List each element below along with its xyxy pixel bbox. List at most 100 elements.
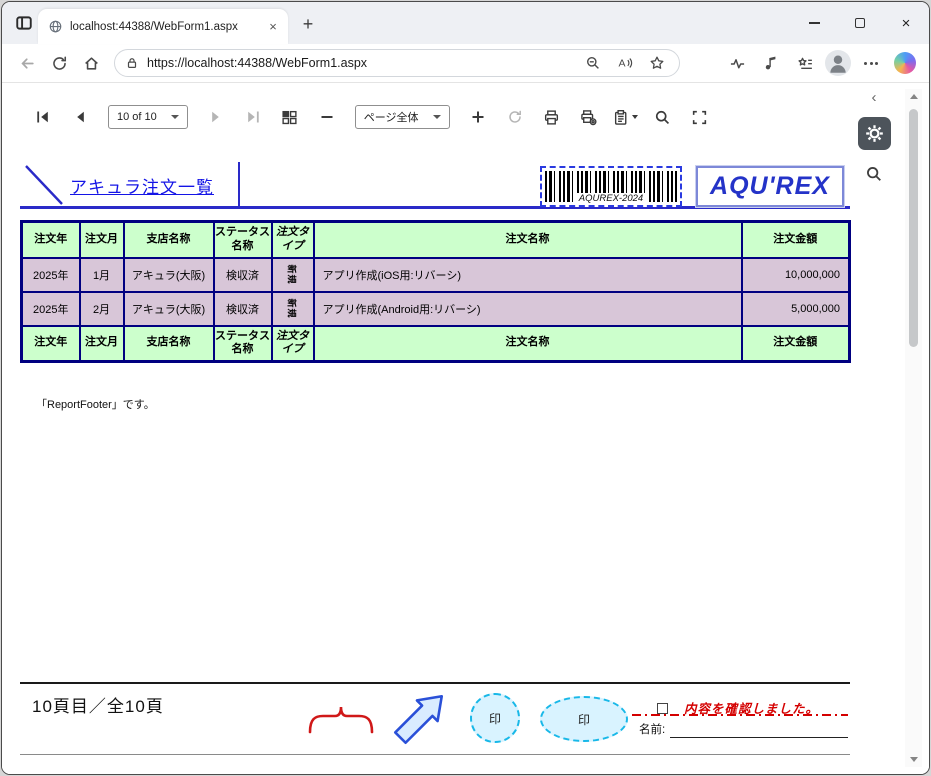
cell-month: 2月: [78, 290, 125, 327]
settings-menu-button[interactable]: [857, 49, 885, 77]
tab-actions-button[interactable]: [12, 11, 36, 35]
scroll-down-arrow[interactable]: [909, 757, 918, 762]
column-header-month: 注文月: [78, 324, 125, 363]
music-note-icon: [765, 56, 776, 70]
logo-text: AQU'REX: [710, 172, 830, 200]
ellipsis-icon: [864, 61, 878, 65]
cell-month: 1月: [78, 256, 125, 293]
search-button[interactable]: [648, 103, 678, 131]
zoom-mode-value: ページ全体: [363, 112, 419, 124]
tab-close-button[interactable]: ×: [264, 18, 282, 36]
barcode-label: AQUREX-2024: [574, 193, 648, 204]
maximize-button[interactable]: [837, 2, 883, 44]
browser-essentials-button[interactable]: [723, 49, 751, 77]
minus-icon: [321, 116, 333, 118]
page-number-select[interactable]: 10 of 10: [108, 105, 188, 129]
print-settings-button[interactable]: [574, 103, 604, 131]
copilot-icon: [894, 52, 916, 74]
report-footer-note: 「ReportFooter」です。: [36, 399, 155, 411]
cell-status: 検収済: [212, 256, 273, 293]
address-bar[interactable]: https://localhost:44388/WebForm1.aspx A: [114, 49, 680, 77]
home-button[interactable]: [76, 48, 106, 78]
multipage-view-button[interactable]: [275, 103, 305, 131]
refresh-icon: [52, 56, 66, 70]
browser-tab[interactable]: localhost:44388/WebForm1.aspx ×: [38, 9, 288, 44]
printer-icon: [545, 109, 559, 125]
table-row: 2025年 1月 アキュラ(大阪) 検収済 新規 アプリ作成(iOS用:リバーシ…: [20, 256, 851, 293]
viewer-area: 10 of 10 ページ全体 アキュラ注文一覧 AQUREX-2024 AQU'…: [2, 83, 929, 774]
read-aloud-button[interactable]: A: [613, 51, 637, 75]
scroll-up-arrow[interactable]: [909, 94, 918, 99]
column-header-name: 注文名称: [312, 220, 743, 259]
star-icon: [650, 56, 664, 69]
add-favorite-button[interactable]: [645, 51, 669, 75]
svg-text:A: A: [619, 58, 626, 70]
vertical-scrollbar[interactable]: [905, 89, 922, 767]
first-page-button[interactable]: [28, 103, 58, 131]
globe-icon: [49, 20, 62, 33]
chevron-down-icon: [170, 115, 179, 119]
next-page-icon: [211, 111, 219, 123]
header-divider-line: [238, 162, 240, 209]
report-header: アキュラ注文一覧 AQUREX-2024 AQU'REX: [20, 162, 850, 209]
read-aloud-icon: A: [619, 58, 633, 70]
close-button[interactable]: ×: [883, 2, 929, 44]
fullscreen-button[interactable]: [685, 103, 715, 131]
zoom-in-button[interactable]: [463, 103, 493, 131]
browser-action-icons: [723, 49, 919, 77]
page-bottom-edge: [20, 754, 850, 755]
report-title: アキュラ注文一覧: [70, 178, 214, 197]
panel-search-button[interactable]: [862, 162, 886, 186]
stamp-label: 印: [488, 711, 501, 726]
cell-branch: アキュラ(大阪): [122, 256, 215, 293]
page-number-value: 10 of 10: [117, 111, 157, 123]
column-header-type: 注文タイプ: [270, 220, 315, 259]
diagonal-line-shape: [25, 165, 63, 205]
cell-order-name: アプリ作成(Android用:リバーシ): [312, 290, 743, 327]
export-menu-button[interactable]: [611, 103, 641, 131]
table-header-row: 注文年 注文月 支店名称 ステータス名称 注文タイプ 注文名称 注文金額: [20, 220, 851, 259]
refresh-report-button[interactable]: [500, 103, 530, 131]
footer-separator-line: [20, 682, 850, 684]
cell-amount: 5,000,000: [740, 290, 851, 327]
red-dash-dot-line: [632, 714, 848, 716]
first-page-icon: [37, 111, 48, 123]
arrow-shape: [393, 694, 444, 745]
multipage-icon: [282, 110, 297, 124]
essentials-pulse-icon: [730, 58, 744, 68]
url-text[interactable]: https://localhost:44388/WebForm1.aspx: [147, 56, 573, 70]
last-page-button[interactable]: [238, 103, 268, 131]
confirm-checkbox[interactable]: [657, 703, 668, 714]
tab-title: localhost:44388/WebForm1.aspx: [70, 20, 238, 33]
minimize-button[interactable]: [791, 2, 837, 44]
copilot-button[interactable]: [891, 49, 919, 77]
cell-order-name: アプリ作成(iOS用:リバーシ): [312, 256, 743, 293]
column-header-status: ステータス名称: [212, 324, 273, 363]
fullscreen-icon: [692, 110, 707, 124]
plus-icon: [472, 111, 484, 123]
refresh-button[interactable]: [44, 48, 74, 78]
minimize-icon: [808, 22, 820, 24]
next-page-button[interactable]: [201, 103, 231, 131]
new-tab-button[interactable]: +: [296, 12, 320, 36]
zoom-out-page-button[interactable]: [581, 51, 605, 75]
search-icon: [867, 167, 881, 181]
print-button[interactable]: [537, 103, 567, 131]
report-page: アキュラ注文一覧 AQUREX-2024 AQU'REX 注文年 注文月 支店名…: [20, 162, 851, 762]
settings-gear-button[interactable]: [857, 117, 891, 150]
media-control-button[interactable]: [757, 49, 785, 77]
workspaces-icon: [16, 16, 32, 30]
zoom-mode-select[interactable]: ページ全体: [354, 105, 450, 129]
column-header-name: 注文名称: [312, 324, 743, 363]
prev-page-button[interactable]: [65, 103, 95, 131]
profile-avatar[interactable]: [825, 50, 851, 76]
prev-page-icon: [77, 111, 84, 123]
favorites-hub-button[interactable]: [791, 49, 819, 77]
zoom-out-button[interactable]: [312, 103, 342, 131]
window-controls: ×: [791, 2, 929, 44]
back-button[interactable]: [12, 48, 42, 78]
scrollbar-thumb[interactable]: [909, 109, 918, 347]
collapse-panel-button[interactable]: ‹: [872, 90, 877, 105]
cell-type: 新規: [270, 290, 315, 327]
name-label: 名前:: [639, 724, 666, 736]
